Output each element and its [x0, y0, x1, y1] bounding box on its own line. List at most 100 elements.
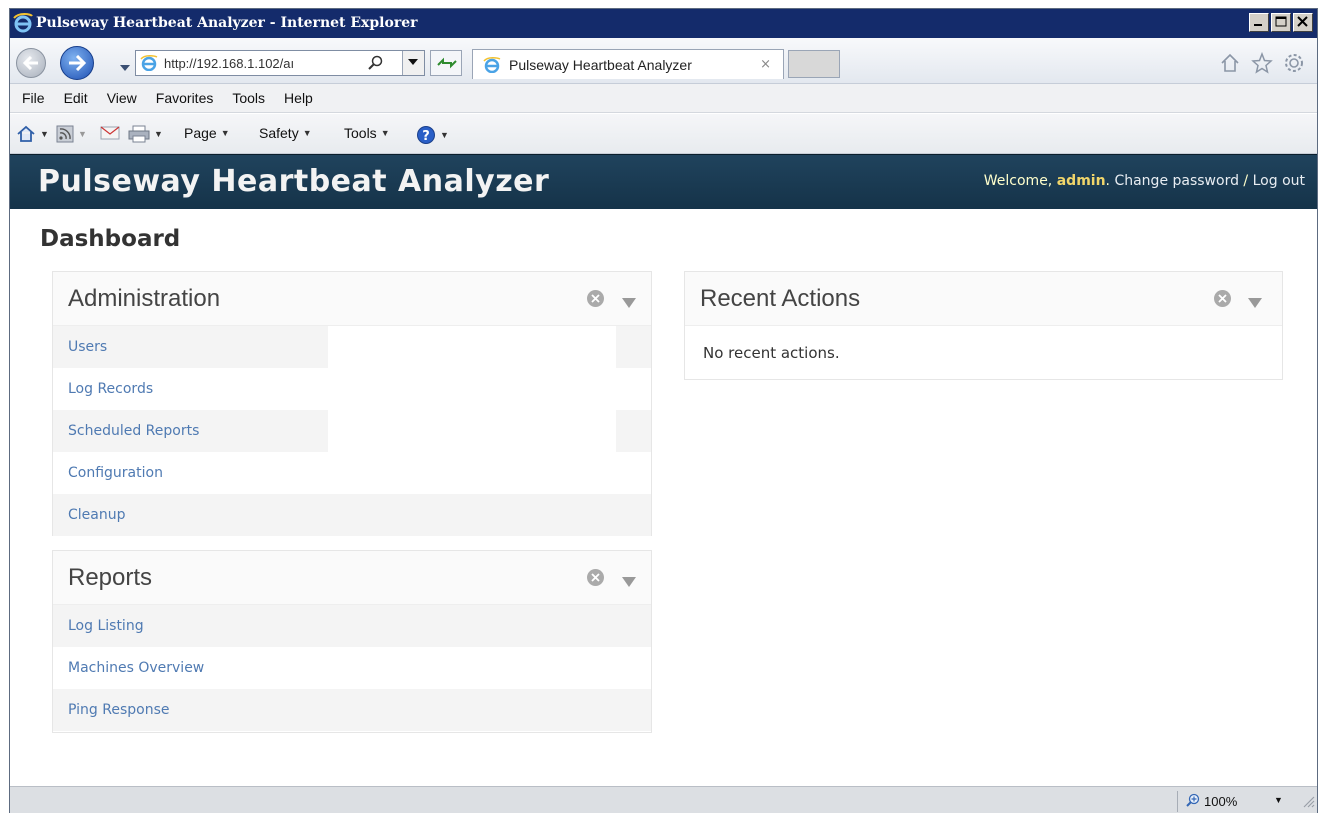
- log-listing-link[interactable]: Log Listing: [68, 618, 144, 634]
- welcome-text: Welcome,: [983, 173, 1057, 189]
- empty-message: No recent actions.: [703, 344, 840, 362]
- back-button[interactable]: [16, 48, 46, 78]
- ie-logo-icon: [13, 13, 33, 33]
- recent-actions-module: Recent Actions No recent actions.: [684, 271, 1283, 380]
- machines-overview-link[interactable]: Machines Overview: [68, 660, 204, 676]
- module-header: Reports: [53, 551, 651, 605]
- users-link[interactable]: Users: [68, 339, 107, 355]
- help-icon: ?: [417, 126, 435, 144]
- configuration-link[interactable]: Configuration: [68, 465, 163, 481]
- menu-tools[interactable]: Tools: [223, 90, 275, 106]
- window-title: Pulseway Heartbeat Analyzer - Internet E…: [36, 15, 418, 31]
- close-module-icon[interactable]: [587, 569, 604, 586]
- administration-module: Administration Users Log Records Schedul…: [52, 271, 652, 536]
- menu-bar: File Edit View Favorites Tools Help: [10, 84, 1317, 113]
- back-arrow-icon: [23, 56, 38, 70]
- window-titlebar: Pulseway Heartbeat Analyzer - Internet E…: [10, 9, 1317, 38]
- app-header: Pulseway Heartbeat Analyzer Welcome, adm…: [10, 154, 1317, 209]
- caret-down-icon: ▼: [220, 128, 230, 138]
- caret-down-icon: ▼: [40, 129, 49, 139]
- rss-feed-icon: [56, 125, 74, 143]
- ie-page-icon: [140, 55, 158, 75]
- module-title: Reports: [68, 564, 153, 591]
- settings-gear-icon[interactable]: [1283, 52, 1305, 74]
- home-icon[interactable]: [1219, 52, 1241, 74]
- list-item: Scheduled Reports: [53, 410, 651, 452]
- menu-file[interactable]: File: [13, 90, 55, 106]
- close-module-icon[interactable]: [1214, 290, 1231, 307]
- zoom-level: 100%: [1204, 794, 1238, 809]
- maximize-button[interactable]: [1271, 13, 1291, 32]
- feeds-command-button[interactable]: ▼: [56, 125, 87, 143]
- address-dropdown-button[interactable]: [402, 51, 424, 75]
- close-window-button[interactable]: [1293, 13, 1313, 32]
- ping-response-link[interactable]: Ping Response: [68, 702, 169, 718]
- list-item: Log Records: [53, 368, 651, 410]
- list-item: Cleanup: [53, 494, 651, 536]
- user-tools-separator: /: [1238, 173, 1253, 189]
- module-title: Administration: [68, 285, 221, 312]
- scheduled-reports-link[interactable]: Scheduled Reports: [68, 423, 199, 439]
- home-icon: [17, 125, 35, 142]
- safety-menu-button[interactable]: Safety ▼: [259, 125, 312, 141]
- menu-edit[interactable]: Edit: [55, 90, 98, 106]
- logout-link[interactable]: Log out: [1253, 173, 1305, 189]
- log-records-link[interactable]: Log Records: [68, 381, 153, 397]
- cleanup-link[interactable]: Cleanup: [68, 507, 126, 523]
- welcome-dot: .: [1105, 173, 1110, 189]
- module-header: Recent Actions: [685, 272, 1282, 326]
- page-title: Dashboard: [40, 226, 181, 252]
- caret-down-icon: ▼: [440, 130, 449, 140]
- forward-button[interactable]: [60, 46, 94, 80]
- list-item: Log Listing: [53, 605, 651, 647]
- refresh-icon: [437, 57, 457, 69]
- tools-menu-label: Tools: [344, 125, 377, 141]
- collapse-module-icon[interactable]: [622, 293, 636, 312]
- username: admin: [1056, 173, 1106, 189]
- menu-view[interactable]: View: [98, 90, 147, 106]
- mail-command-button[interactable]: [100, 125, 120, 141]
- module-header: Administration: [53, 272, 651, 326]
- refresh-button[interactable]: [430, 50, 462, 76]
- tab-close-icon[interactable]: ×: [760, 57, 771, 72]
- browser-tab[interactable]: Pulseway Heartbeat Analyzer ×: [472, 49, 784, 79]
- mail-icon: [100, 126, 120, 140]
- resize-grip-icon[interactable]: [1301, 793, 1315, 812]
- close-module-icon[interactable]: [587, 290, 604, 307]
- reports-module: Reports Log Listing Machines Overview Pi…: [52, 550, 652, 733]
- home-command-button[interactable]: ▼: [16, 125, 49, 143]
- minimize-button[interactable]: [1249, 13, 1269, 32]
- collapse-module-icon[interactable]: [1248, 293, 1262, 312]
- menu-help[interactable]: Help: [275, 90, 323, 106]
- status-bar: 100% ▼: [10, 786, 1317, 813]
- safety-menu-label: Safety: [259, 125, 299, 141]
- change-password-link[interactable]: Change password: [1114, 173, 1239, 189]
- list-item: Ping Response: [53, 689, 651, 731]
- caret-down-icon: ▼: [302, 128, 312, 138]
- zoom-icon: [1186, 793, 1200, 810]
- user-tools: Welcome, admin. Change password / Log ou…: [984, 173, 1305, 189]
- menu-favorites[interactable]: Favorites: [147, 90, 224, 106]
- search-icon[interactable]: [368, 55, 384, 75]
- recent-pages-dropdown-icon[interactable]: [120, 57, 130, 76]
- new-tab-button[interactable]: [788, 50, 840, 78]
- favorites-star-icon[interactable]: [1251, 51, 1273, 74]
- address-url[interactable]: http://192.168.1.102/aı: [164, 56, 364, 71]
- caret-down-icon: ▼: [78, 129, 87, 139]
- collapse-module-icon[interactable]: [622, 572, 636, 591]
- recent-actions-body: No recent actions.: [685, 326, 1282, 379]
- help-menu-button[interactable]: ? ▼: [416, 125, 449, 145]
- address-bar[interactable]: http://192.168.1.102/aı: [135, 50, 425, 76]
- tab-ie-icon: [483, 57, 501, 77]
- svg-text:?: ?: [422, 129, 430, 144]
- page-menu-button[interactable]: Page ▼: [184, 125, 230, 141]
- tools-menu-button[interactable]: Tools ▼: [344, 125, 390, 141]
- caret-down-icon: ▼: [380, 128, 390, 138]
- command-bar: ▼ ▼ ▼ Page ▼ Safety ▼ Tools ▼ ? ▼: [10, 114, 1317, 154]
- print-command-button[interactable]: ▼: [128, 125, 163, 143]
- zoom-control[interactable]: 100% ▼: [1177, 791, 1303, 812]
- printer-icon: [128, 125, 150, 143]
- list-item: Users: [53, 326, 651, 368]
- list-item: Configuration: [53, 452, 651, 494]
- tab-label: Pulseway Heartbeat Analyzer: [509, 57, 692, 73]
